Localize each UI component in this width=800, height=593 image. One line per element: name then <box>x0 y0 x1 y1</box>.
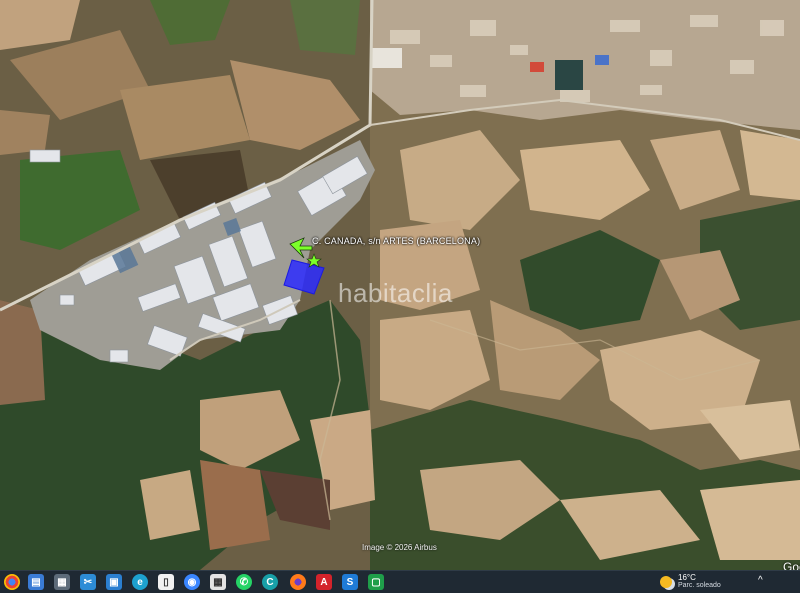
notepad-icon[interactable]: e <box>132 574 148 590</box>
marker-address-label: C. CANADA, s/n ARTES (BARCELONA) <box>312 236 481 246</box>
file-explorer-icon[interactable]: ▤ <box>28 574 44 590</box>
calculator-icon[interactable]: ▦ <box>54 574 70 590</box>
snipping-tool-icon[interactable]: ✂ <box>80 574 96 590</box>
acrobat-icon[interactable]: A <box>316 574 332 590</box>
chrome-icon[interactable] <box>4 574 20 590</box>
edge-icon[interactable]: ▣ <box>106 574 122 590</box>
app-photos-icon[interactable]: ▦ <box>210 574 226 590</box>
firefox-icon[interactable] <box>290 574 306 590</box>
partly-sunny-icon <box>660 576 672 588</box>
satellite-map[interactable]: C. CANADA, s/n ARTES (BARCELONA) habitac… <box>0 0 800 570</box>
screen-capture-icon[interactable]: ◉ <box>184 574 200 590</box>
app-s-icon[interactable]: S <box>342 574 358 590</box>
weather-widget[interactable]: 16°C Parc. soleado <box>660 573 750 591</box>
imagery-copyright: Image © 2026 Airbus <box>362 543 437 552</box>
weather-temperature: 16°C <box>678 573 696 582</box>
tray-chevron-icon[interactable]: ^ <box>758 575 763 586</box>
habitaclia-watermark: habitaclia <box>338 278 453 308</box>
chat-icon[interactable]: C <box>262 574 278 590</box>
map-provider-logo: Goo <box>783 560 800 570</box>
windows-taskbar: ▤ ▦ ✂ ▣ e ▯ ◉ ▦ ✆ C A S ▢ 16°C Parc. sol… <box>0 570 800 593</box>
whatsapp-icon[interactable]: ✆ <box>236 574 252 590</box>
weather-condition: Parc. soleado <box>678 582 721 589</box>
app-window-icon[interactable]: ▢ <box>368 574 384 590</box>
browser-icon[interactable]: ▯ <box>158 574 174 590</box>
